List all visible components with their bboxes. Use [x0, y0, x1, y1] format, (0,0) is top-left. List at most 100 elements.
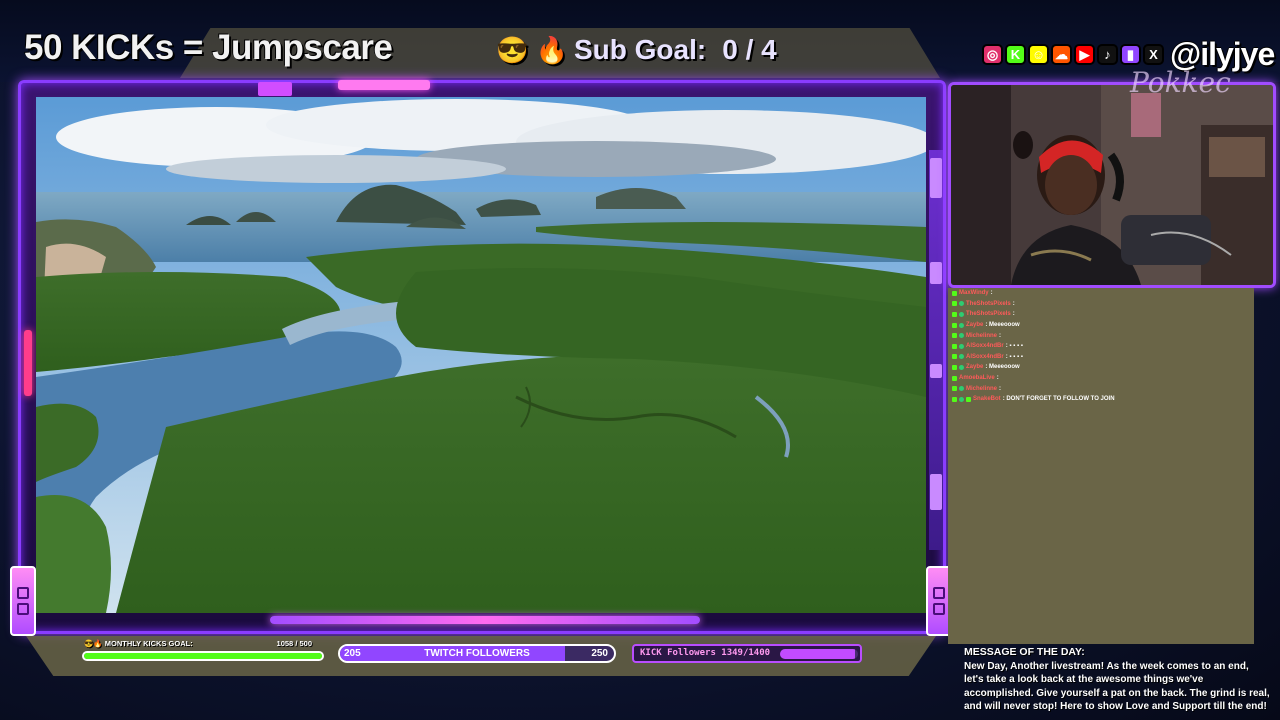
motd-body: New Day, Another livestream! As the week… — [964, 660, 1270, 713]
monthly-kicks-goal: 😎🔥 MONTHLY KICKS GOAL: 1058 / 500 — [80, 638, 326, 666]
message-of-the-day: MESSAGE OF THE DAY: New Day, Another liv… — [964, 646, 1270, 714]
kicks-goal-progress-fill — [84, 653, 322, 659]
chat-badge-icon — [952, 364, 957, 370]
chat-message-text: : — [1012, 300, 1015, 307]
cam-overlay-script-text: Pokkec — [1130, 66, 1231, 99]
kick-followers-bar: KICK Followers 1349/1400 — [632, 644, 862, 663]
chat-username: TheShotsPixels — [966, 311, 1011, 318]
chat-badge-icon — [952, 333, 957, 339]
kick-followers-progress-fill — [780, 649, 855, 659]
chat-badge-icon — [952, 301, 957, 307]
sub-goal-value: 0 / 4 — [722, 34, 777, 65]
streamer-webcam-video — [951, 85, 1273, 285]
chat-badge-icon — [952, 322, 957, 328]
chat-message-text: : — [1012, 311, 1015, 318]
rail-chip — [930, 158, 942, 198]
chat-badge-icon — [952, 311, 957, 317]
kicks-goal-label: 😎🔥 MONTHLY KICKS GOAL: — [84, 639, 193, 648]
chat-badge-icon — [959, 333, 964, 339]
chat-username: MaxWindy — [959, 290, 989, 297]
chat-message: AlSoxx4ndBr: ▪ ▪ ▪ ▪ — [948, 341, 1254, 352]
chat-message: Zaybe: Meeeooow — [948, 362, 1254, 373]
chat-message: AmoebaLive: — [948, 373, 1254, 384]
frame-left-tab — [10, 566, 36, 636]
chat-username: SnakeBot — [973, 396, 1001, 403]
chat-badge-icon — [952, 375, 957, 381]
chat-message: MaxWindy: — [948, 288, 1254, 299]
rail-chip — [930, 474, 942, 510]
chat-message-text: : Meeeooow — [985, 322, 1020, 329]
chat-username: TheShotsPixels — [966, 300, 1011, 307]
chat-message-text: : ▪ ▪ ▪ ▪ — [1005, 343, 1023, 350]
motd-title: MESSAGE OF THE DAY: — [964, 646, 1085, 658]
rail-chip — [930, 262, 942, 284]
chat-badge-icon — [959, 311, 964, 317]
chat-badge-icon — [952, 343, 957, 349]
kicks-goal-emoji-icon: 😎🔥 — [84, 639, 103, 648]
twitch-icon: ▮ — [1120, 44, 1141, 65]
kicks-goal-count: 1058 / 500 — [276, 639, 312, 648]
chat-message: TheShotsPixels: — [948, 299, 1254, 310]
chat-badge-icon — [959, 386, 964, 392]
twitch-followers-bar: 205 TWITCH FOLLOWERS 250 — [338, 644, 616, 663]
aerial-landscape-video — [36, 97, 926, 613]
chat-message-text: : ▪ ▪ ▪ ▪ — [1005, 353, 1023, 360]
chat-message-text: : — [999, 332, 1002, 339]
sunglasses-fire-emoji-icon: 😎 🔥 — [496, 34, 568, 65]
chat-message: Michelinne: — [948, 330, 1254, 341]
chat-message-text: : — [999, 385, 1002, 392]
rail-chip — [930, 364, 942, 378]
frame-bottom-light-bar — [270, 616, 700, 624]
tiktok-icon: ♪ — [1097, 44, 1118, 65]
chat-message-text: : DON'T FORGET TO FOLLOW TO JOIN — [1002, 396, 1115, 403]
chat-username: Zaybe — [966, 364, 984, 371]
chat-username: AlSoxx4ndBr — [966, 353, 1004, 360]
kicks-jumpscare-title: 50 KICKs = Jumpscare — [24, 28, 393, 67]
chat-badge-icon — [959, 364, 964, 370]
chat-badge-icon — [952, 290, 957, 296]
chat-badge-icon — [959, 354, 964, 360]
kick-followers-progress-track — [780, 649, 858, 659]
chat-message: AlSoxx4ndBr: ▪ ▪ ▪ ▪ — [948, 352, 1254, 363]
instagram-icon: ◎ — [982, 44, 1003, 65]
kick-followers-label: KICK Followers 1349/1400 — [640, 648, 771, 658]
sub-goal-widget: 😎 🔥 Sub Goal: 0 / 4 — [496, 34, 777, 66]
chat-message: SnakeBot: DON'T FORGET TO FOLLOW TO JOIN — [948, 394, 1254, 405]
chat-username: AmoebaLive — [959, 375, 995, 382]
frame-left-glow — [24, 330, 32, 396]
chat-badge-icon — [959, 301, 964, 307]
frame-top-light-bar — [338, 80, 430, 90]
chat-message-list: MaxWindy: TheShotsPixels: TheShotsPixels: Z… — [948, 288, 1254, 405]
chat-badge-icon — [952, 386, 957, 392]
sub-goal-label: Sub Goal: — [573, 34, 707, 65]
snapchat-icon: ☺ — [1028, 44, 1049, 65]
chat-username: Michelinne — [966, 385, 998, 392]
chat-message-text: : — [990, 290, 993, 297]
chat-username: AlSoxx4ndBr — [966, 343, 1004, 350]
chat-panel: MaxWindy: TheShotsPixels: TheShotsPixels: Z… — [948, 288, 1254, 644]
twitch-followers-label: TWITCH FOLLOWERS — [424, 648, 530, 659]
chat-badge-icon — [959, 343, 964, 349]
frame-top-ornament — [258, 82, 292, 96]
chat-badge-icon — [952, 396, 957, 402]
chat-username: Michelinne — [966, 332, 998, 339]
kick-icon: K — [1005, 44, 1026, 65]
chat-badge-icon — [959, 322, 964, 328]
chat-badge-icon — [966, 396, 971, 402]
x-icon: X — [1143, 44, 1164, 65]
social-icons-row: ◎ K ☺ ☁ ▶ ♪ ▮ X — [982, 44, 1164, 65]
chat-message: TheShotsPixels: — [948, 309, 1254, 320]
chat-username: Zaybe — [966, 322, 984, 329]
chat-message: Zaybe: Meeeooow — [948, 320, 1254, 331]
chat-message-text: : — [996, 375, 999, 382]
twitch-followers-end: 250 — [591, 648, 608, 659]
chat-badge-icon — [959, 396, 964, 402]
youtube-icon: ▶ — [1074, 44, 1095, 65]
stream-video-screen — [36, 97, 926, 613]
kicks-goal-label-text: MONTHLY KICKS GOAL: — [104, 639, 193, 648]
chat-message-text: : Meeeooow — [985, 364, 1020, 371]
kicks-goal-progress-track — [82, 651, 324, 661]
soundcloud-icon: ☁ — [1051, 44, 1072, 65]
webcam-feed — [948, 82, 1276, 288]
chat-message: Michelinne: — [948, 383, 1254, 394]
